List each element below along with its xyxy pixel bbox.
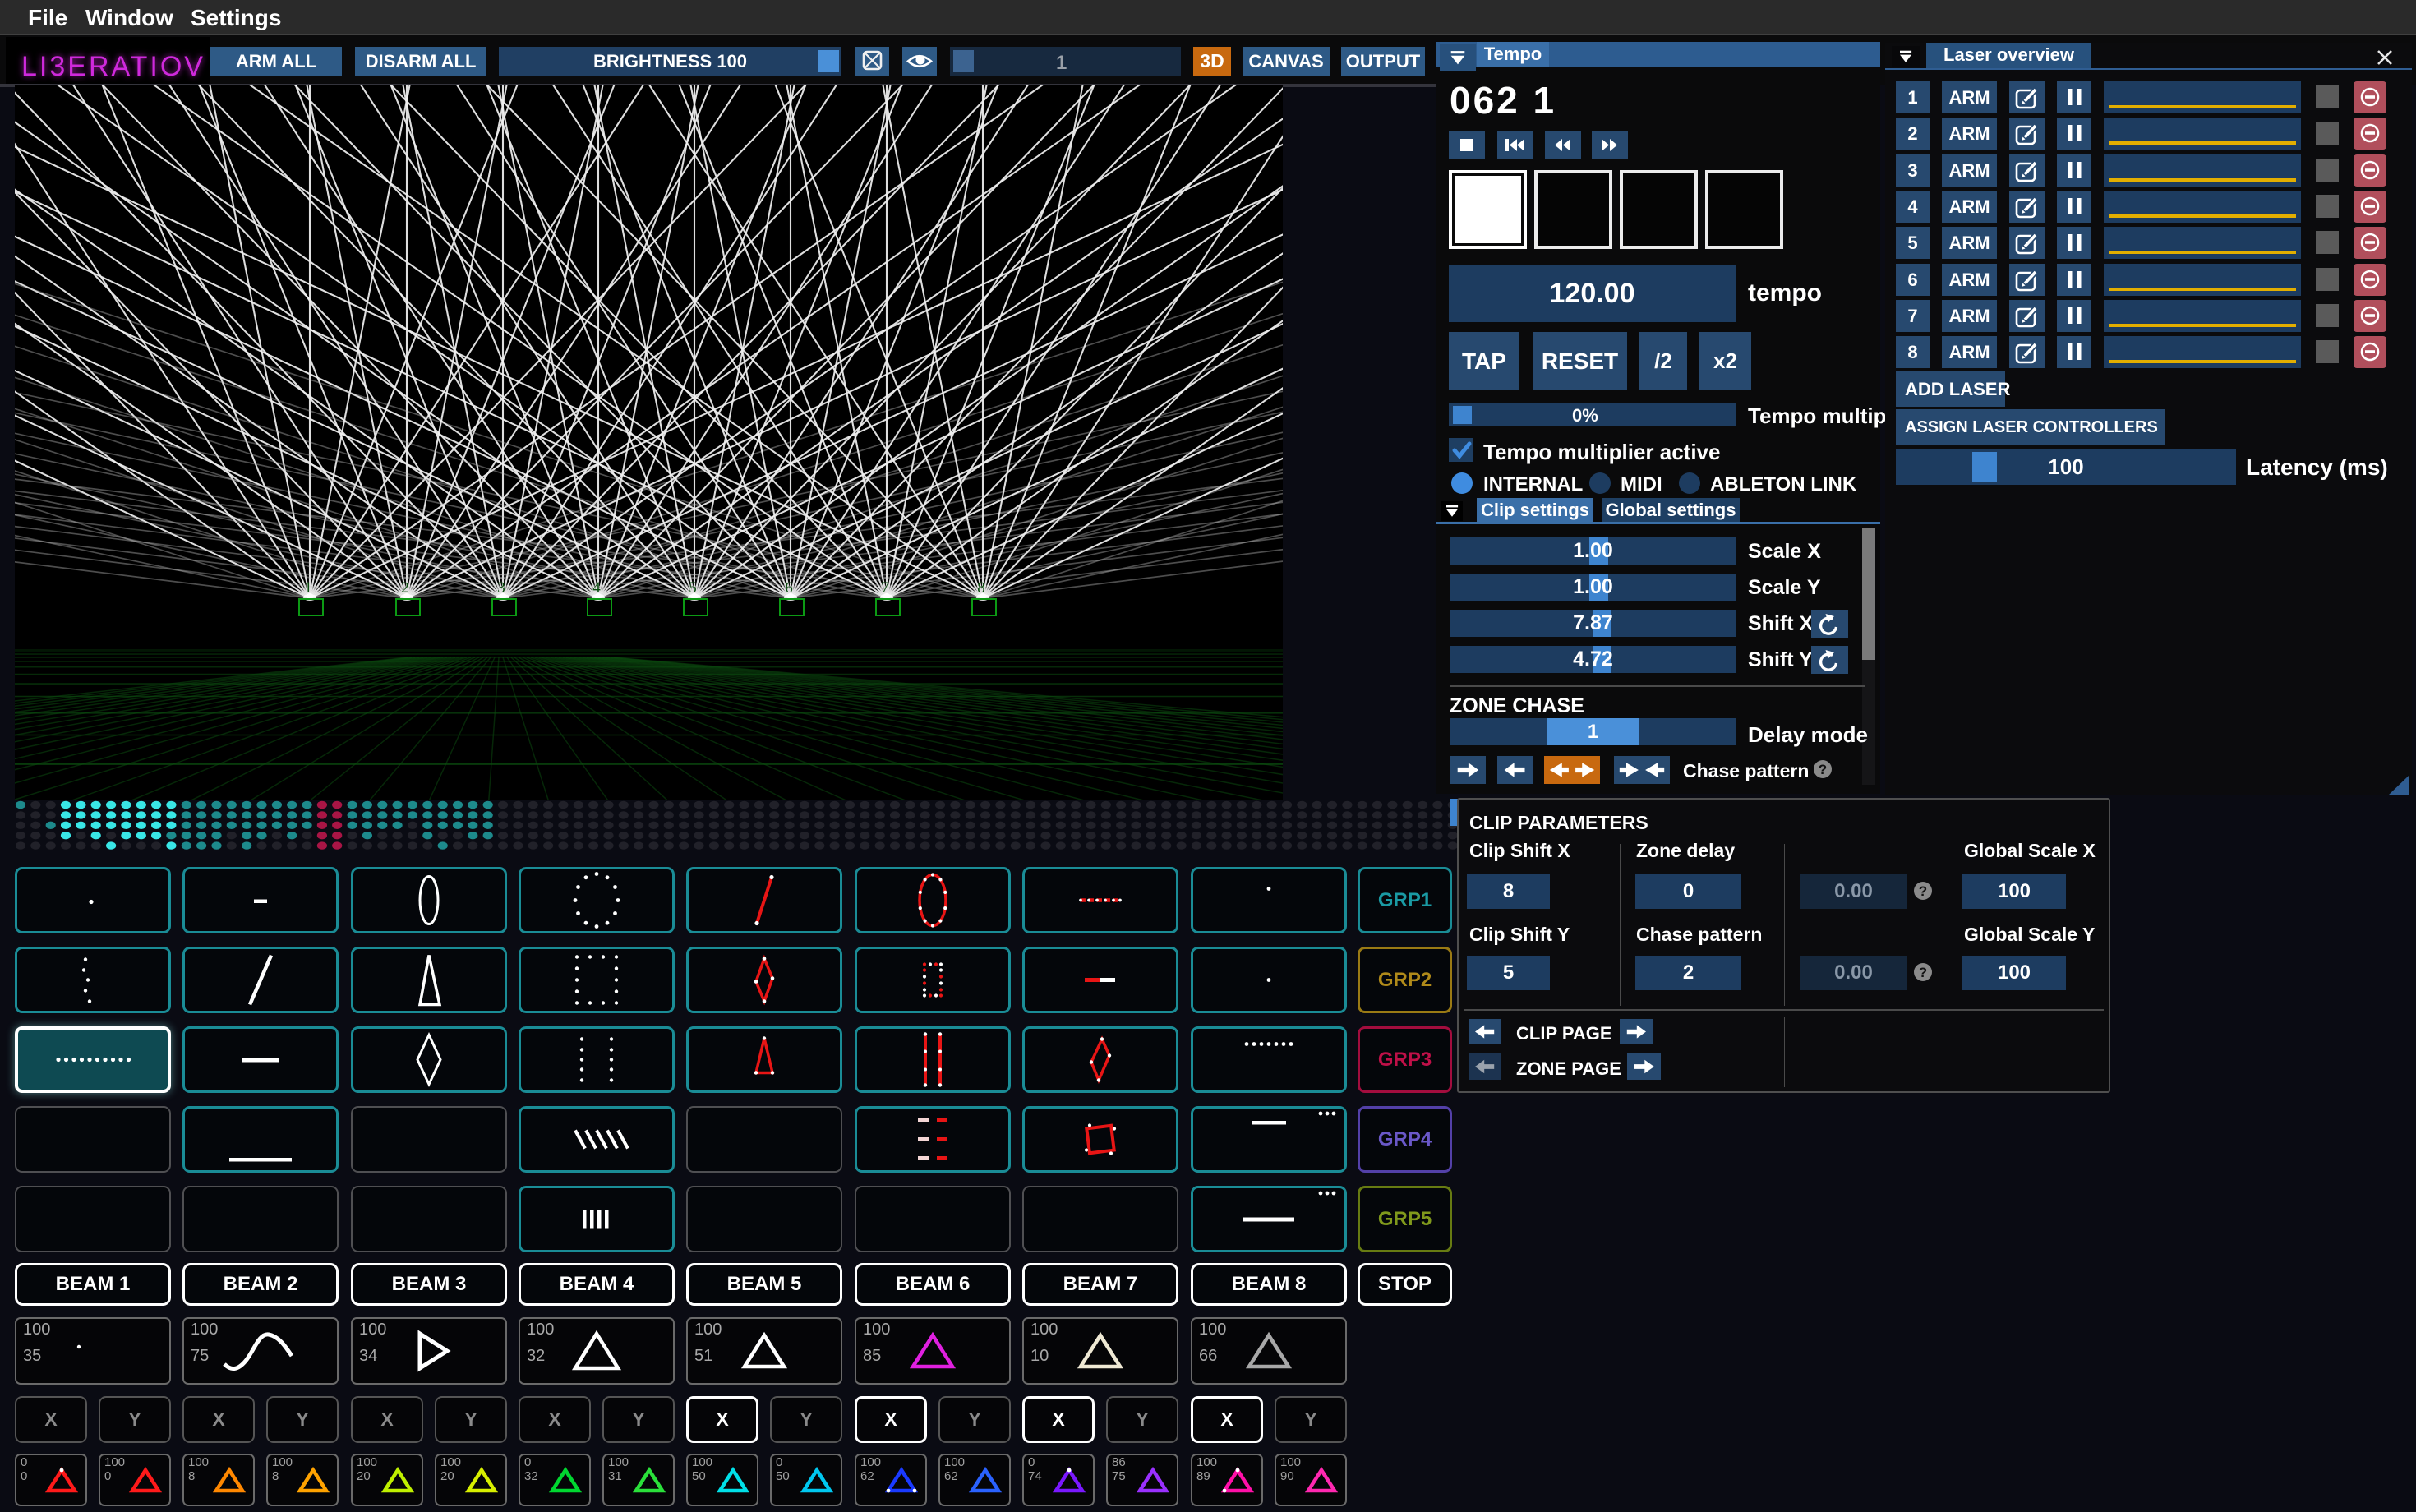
svg-text:?: ? xyxy=(1819,762,1827,777)
svg-text:?: ? xyxy=(1919,965,1927,980)
svg-text:?: ? xyxy=(1919,883,1927,899)
svg-text:4: 4 xyxy=(592,579,601,597)
svg-text:1: 1 xyxy=(304,579,312,597)
svg-text:3: 3 xyxy=(497,579,505,597)
svg-text:6: 6 xyxy=(785,579,793,597)
svg-text:5: 5 xyxy=(689,579,697,597)
svg-text:8: 8 xyxy=(977,579,985,597)
svg-text:7: 7 xyxy=(881,579,889,597)
svg-text:2: 2 xyxy=(401,579,409,597)
